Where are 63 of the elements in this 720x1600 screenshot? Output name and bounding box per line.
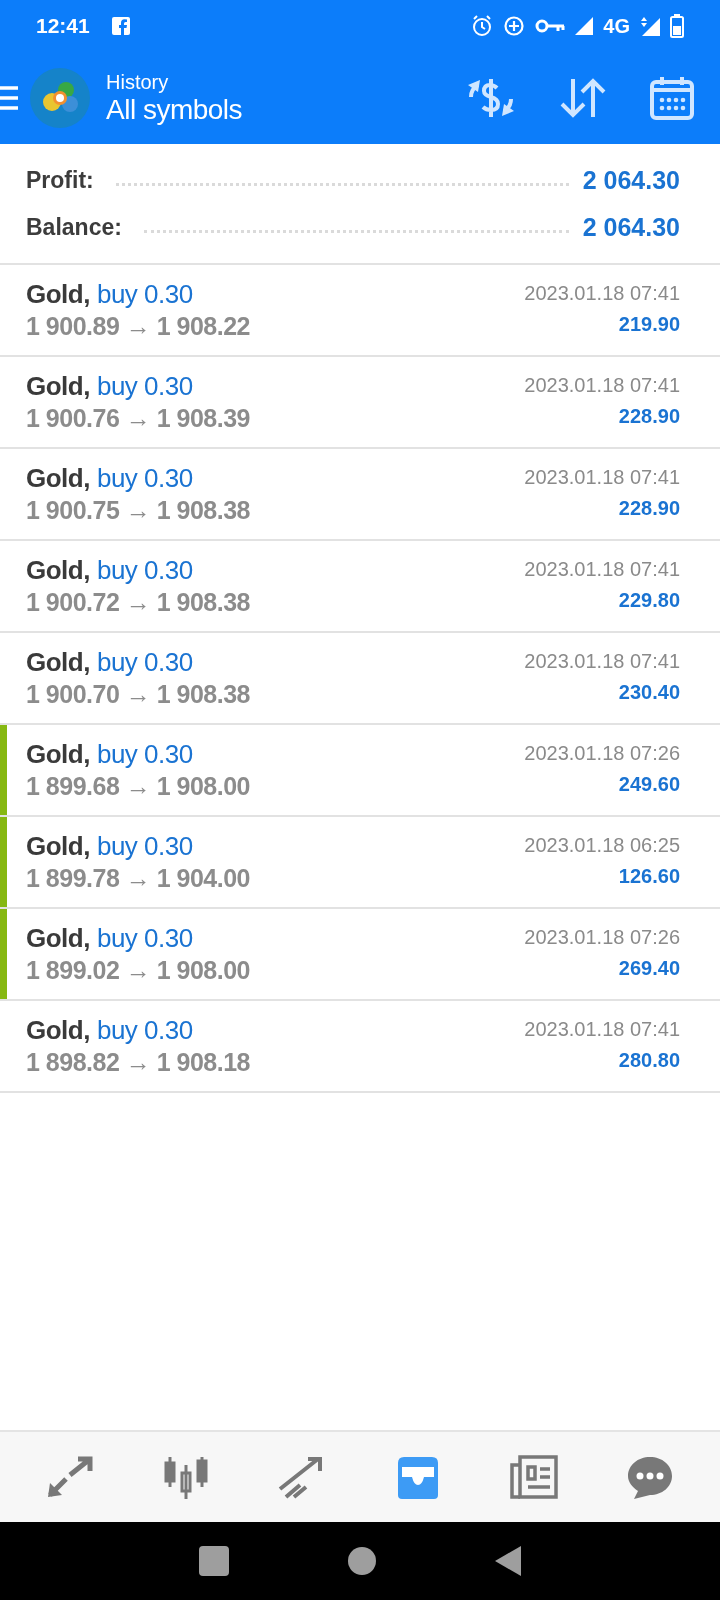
deal-time: 2023.01.18 07:41	[524, 466, 680, 489]
deal-prices: 1 899.68 → 1 908.00	[26, 772, 251, 801]
calendar-icon[interactable]	[650, 76, 694, 120]
facebook-icon	[111, 17, 130, 35]
deal-prices: 1 900.70 → 1 908.38	[26, 680, 251, 709]
deal-time: 2023.01.18 07:41	[524, 374, 680, 397]
deal-title: Gold, buy 0.30	[26, 371, 193, 402]
recents-icon[interactable]	[199, 1546, 230, 1576]
deal-time: 2023.01.18 07:41	[524, 282, 680, 305]
candlestick-icon	[162, 1455, 210, 1499]
deal-title: Gold, buy 0.30	[26, 831, 193, 862]
currency-exchange-icon[interactable]	[466, 77, 516, 119]
deal-profit: 249.60	[618, 773, 680, 796]
battery-icon	[670, 14, 684, 38]
deal-title: Gold, buy 0.30	[26, 739, 193, 770]
deal-title: Gold, buy 0.30	[26, 1015, 193, 1046]
diagonal-arrows-icon	[46, 1455, 94, 1499]
signal-icon	[640, 16, 660, 36]
deal-time: 2023.01.18 07:41	[524, 558, 680, 581]
summary-label: Profit:	[26, 166, 94, 194]
deal-profit: 228.90	[618, 405, 680, 428]
deal-time: 2023.01.18 06:25	[524, 834, 680, 857]
deal-profit: 280.80	[618, 1049, 680, 1072]
back-icon[interactable]	[494, 1546, 521, 1576]
alarm-icon	[471, 15, 494, 37]
deal-profit: 269.40	[618, 957, 680, 980]
deal-profit: 230.40	[618, 681, 680, 704]
key-icon	[535, 18, 566, 34]
deal-title: Gold, buy 0.30	[26, 463, 193, 494]
signal-icon	[575, 17, 594, 35]
deal-time: 2023.01.18 07:41	[524, 1018, 680, 1041]
summary-label: Balance:	[26, 213, 122, 241]
deal-prices: 1 900.89 → 1 908.22	[26, 312, 251, 341]
deal-profit: 229.80	[618, 589, 680, 612]
menu-icon[interactable]	[0, 85, 20, 111]
screen-title: All symbols	[106, 93, 243, 126]
deal-time: 2023.01.18 07:26	[524, 742, 680, 765]
summary-value: 2 064.30	[582, 165, 680, 195]
deal-prices: 1 899.02 → 1 908.00	[26, 956, 251, 985]
deal-title: Gold, buy 0.30	[26, 555, 193, 586]
deal-title: Gold, buy 0.30	[26, 647, 193, 678]
deal-prices: 1 898.82 → 1 908.18	[26, 1048, 251, 1077]
deal-title: Gold, buy 0.30	[26, 923, 193, 954]
deal-prices: 1 900.76 → 1 908.39	[26, 404, 251, 433]
deal-prices: 1 900.75 → 1 908.38	[26, 496, 251, 525]
deal-title: Gold, buy 0.30	[26, 279, 193, 310]
status-time: 12:41	[36, 14, 90, 38]
app-logo	[30, 68, 90, 128]
chat-bubble-icon	[626, 1455, 674, 1499]
deal-profit: 219.90	[618, 313, 680, 336]
sort-icon[interactable]	[560, 77, 606, 119]
deal-prices: 1 899.78 → 1 904.00	[26, 864, 251, 893]
deal-time: 2023.01.18 07:41	[524, 650, 680, 673]
summary-value: 2 064.30	[582, 212, 680, 242]
screen-subtitle: History	[106, 70, 170, 94]
deal-profit: 228.90	[618, 497, 680, 520]
home-icon[interactable]	[348, 1547, 376, 1575]
network-type: 4G	[603, 14, 630, 38]
newspaper-icon	[510, 1455, 558, 1499]
deal-time: 2023.01.18 07:26	[524, 926, 680, 949]
deal-prices: 1 900.72 → 1 908.38	[26, 588, 251, 617]
data-saver-icon	[503, 15, 526, 37]
deal-profit: 126.60	[618, 865, 680, 888]
